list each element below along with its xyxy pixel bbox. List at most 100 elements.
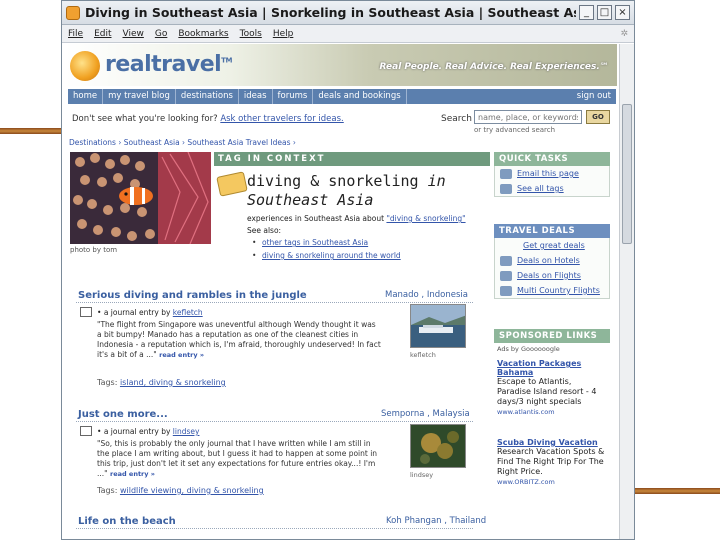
journal-icon xyxy=(80,426,92,436)
entry-tags: Tags: wildlife viewing, diving & snorkel… xyxy=(97,486,264,495)
ads-by-google[interactable]: Ads by Goooooogle xyxy=(494,343,610,355)
thumbnail-credit[interactable]: kefletch xyxy=(410,351,436,359)
read-entry-link[interactable]: read entry » xyxy=(159,351,204,359)
ad-title[interactable]: Scuba Diving Vacation xyxy=(494,434,610,447)
entry-tags-links[interactable]: wildlife viewing, diving & snorkeling xyxy=(120,486,264,495)
ad-url[interactable]: www.atlantis.com xyxy=(494,407,610,418)
email-page-label: Email this page xyxy=(517,169,579,178)
maximize-button[interactable]: □ xyxy=(597,5,612,20)
clownfish-photo xyxy=(70,152,211,244)
other-tags-link[interactable]: other tags in Southeast Asia xyxy=(252,238,368,247)
entry-title[interactable]: Just one more... xyxy=(78,409,168,420)
menu-go[interactable]: Go xyxy=(155,29,167,39)
entry-location[interactable]: Koh Phangan , Thailand xyxy=(386,516,486,526)
search-go-button[interactable]: GO xyxy=(586,110,610,124)
advanced-search-link[interactable]: or try advanced search xyxy=(474,126,555,134)
tag-icon xyxy=(216,171,248,197)
nav-my-travel-blog[interactable]: my travel blog xyxy=(103,89,176,104)
logo-globe-icon[interactable] xyxy=(70,51,100,81)
entry-divider xyxy=(76,421,473,422)
email-page-link[interactable]: Email this page xyxy=(495,166,609,181)
entry-location[interactable]: Semporna , Malaysia xyxy=(381,409,470,419)
tag-title: diving & snorkeling in Southeast Asia xyxy=(247,172,446,210)
tag-small-icon xyxy=(500,184,512,194)
entry-by-text: a journal entry by xyxy=(103,427,171,436)
entry-tags-links[interactable]: island, diving & snorkeling xyxy=(120,378,226,387)
quick-tasks-box: QUICK TASKS Email this page See all tags xyxy=(494,152,610,197)
menu-tools[interactable]: Tools xyxy=(240,29,262,39)
deals-flights-label: Deals on Flights xyxy=(517,271,581,280)
search-label: Search xyxy=(441,114,472,124)
tag-experiences: experiences in Southeast Asia about "div… xyxy=(247,214,466,223)
tag-title-place: Southeast Asia xyxy=(247,191,374,209)
see-all-tags-label: See all tags xyxy=(517,184,564,193)
entry-location[interactable]: Manado , Indonesia xyxy=(385,290,468,300)
entry-tags: Tags: island, diving & snorkeling xyxy=(97,378,226,387)
close-button[interactable]: × xyxy=(615,5,630,20)
site-tagline: Real People. Real Advice. Real Experienc… xyxy=(379,62,609,72)
envelope-icon xyxy=(500,169,512,179)
menu-edit[interactable]: Edit xyxy=(94,29,111,39)
ad-url[interactable]: www.ORBITZ.com xyxy=(494,477,610,488)
sponsored-header: SPONSORED LINKS xyxy=(494,329,610,343)
tag-exp-link[interactable]: "diving & snorkeling" xyxy=(386,214,465,223)
minimize-button[interactable]: _ xyxy=(579,5,594,20)
entry-author-link[interactable]: lindsey xyxy=(173,427,200,436)
read-entry-link[interactable]: read entry » xyxy=(110,470,155,478)
entry-title[interactable]: Serious diving and rambles in the jungle xyxy=(78,290,307,301)
deals-hotels-label: Deals on Hotels xyxy=(517,256,580,265)
entry-divider xyxy=(76,528,473,529)
menu-bar: File Edit View Go Bookmarks Tools Help ✲ xyxy=(62,25,634,43)
multi-country-link[interactable]: Multi Country Flights xyxy=(495,283,609,298)
ask-prompt: Don't see what you're looking for? Ask o… xyxy=(72,114,344,124)
entry-byline: • a journal entry by kefletch xyxy=(97,308,203,317)
nav-home[interactable]: home xyxy=(68,89,104,104)
search-input[interactable] xyxy=(474,110,582,124)
breadcrumb[interactable]: Destinations › Southeast Asia › Southeas… xyxy=(69,138,296,147)
entry-byline: • a journal entry by lindsey xyxy=(97,427,200,436)
entry-by-text: a journal entry by xyxy=(103,308,171,317)
get-great-deals-link[interactable]: Get great deals xyxy=(495,238,609,253)
tag-context-header: TAG IN CONTEXT xyxy=(214,152,490,166)
sponsored-links-box: SPONSORED LINKS Ads by Goooooogle Vacati… xyxy=(494,329,610,488)
see-all-tags-link[interactable]: See all tags xyxy=(495,181,609,196)
quick-tasks-body: Email this page See all tags xyxy=(494,166,610,197)
entry-author-link[interactable]: kefletch xyxy=(173,308,203,317)
airplane-icon xyxy=(500,271,512,281)
menu-view[interactable]: View xyxy=(123,29,144,39)
nav-destinations[interactable]: destinations xyxy=(176,89,239,104)
entry-thumbnail[interactable] xyxy=(410,424,466,468)
around-world-link[interactable]: diving & snorkeling around the world xyxy=(252,251,401,260)
nav-forums[interactable]: forums xyxy=(273,89,314,104)
entry-excerpt: "So, this is probably the only journal t… xyxy=(97,439,382,479)
logo-trademark: TM xyxy=(221,56,232,65)
entry-quote-text: "The flight from Singapore was uneventfu… xyxy=(97,320,381,359)
photo-credit[interactable]: photo by tom xyxy=(70,246,117,254)
nav-sign-out[interactable]: sign out xyxy=(572,89,616,104)
entry-thumbnail[interactable] xyxy=(410,304,466,348)
sponsored-body: Ads by Goooooogle Vacation Packages Baha… xyxy=(494,343,610,488)
menu-bookmarks[interactable]: Bookmarks xyxy=(178,29,228,39)
entry-tags-label: Tags: xyxy=(97,486,118,495)
site-logo[interactable]: realtravelTM xyxy=(105,52,232,77)
browser-window: Diving in Southeast Asia | Snorkeling in… xyxy=(61,0,635,540)
scrollbar-thumb[interactable] xyxy=(622,104,632,244)
deals-flights-link[interactable]: Deals on Flights xyxy=(495,268,609,283)
deals-hotels-link[interactable]: Deals on Hotels xyxy=(495,253,609,268)
ad-title[interactable]: Vacation Packages Bahama xyxy=(494,355,610,377)
entry-title[interactable]: Life on the beach xyxy=(78,516,176,527)
menu-file[interactable]: File xyxy=(68,29,83,39)
quick-tasks-header: QUICK TASKS xyxy=(494,152,610,166)
ask-text: Don't see what you're looking for? xyxy=(72,114,218,124)
nav-deals-and-bookings[interactable]: deals and bookings xyxy=(313,89,407,104)
ad-spacer xyxy=(494,418,610,434)
ask-travelers-link[interactable]: Ask other travelers for ideas. xyxy=(220,114,343,124)
thumbnail-credit[interactable]: lindsey xyxy=(410,471,433,479)
menu-help[interactable]: Help xyxy=(273,29,294,39)
title-bar: Diving in Southeast Asia | Snorkeling in… xyxy=(62,1,634,25)
vertical-scrollbar[interactable] xyxy=(619,44,634,539)
tag-title-main: diving & snorkeling xyxy=(247,172,419,190)
see-also-label: See also: xyxy=(247,226,282,235)
throbber-icon: ✲ xyxy=(620,28,628,39)
nav-ideas[interactable]: ideas xyxy=(239,89,273,104)
